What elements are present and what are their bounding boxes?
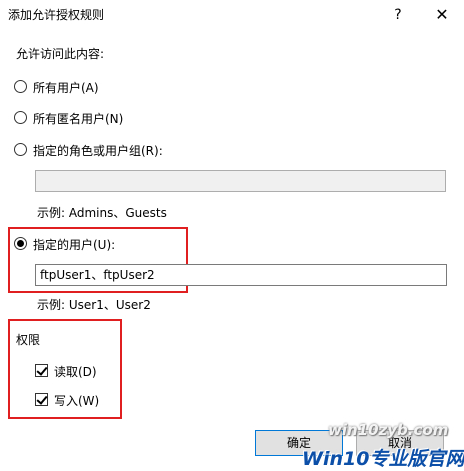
users-example: 示例: User1、User2 xyxy=(37,298,151,312)
access-heading: 允许访问此内容: xyxy=(16,47,105,61)
check-mark-icon xyxy=(36,393,48,405)
write-checkbox-label[interactable]: 写入(W) xyxy=(54,392,99,409)
radio-roles-groups[interactable] xyxy=(14,143,27,156)
radio-all-users[interactable] xyxy=(14,80,27,93)
watermark-brand: Win10专业版官网 xyxy=(302,448,464,470)
radio-all-users-label[interactable]: 所有用户(A) xyxy=(33,79,99,96)
radio-specified-users[interactable] xyxy=(14,237,27,250)
read-checkbox-label[interactable]: 读取(D) xyxy=(54,363,97,380)
radio-roles-groups-label[interactable]: 指定的角色或用户组(R): xyxy=(33,142,163,159)
radio-selected-dot xyxy=(17,240,24,247)
roles-example: 示例: Admins、Guests xyxy=(37,206,167,220)
radio-anonymous-users-label[interactable]: 所有匿名用户(N) xyxy=(33,110,123,127)
permissions-heading: 权限 xyxy=(16,333,41,347)
watermark-site: win10zyb.com xyxy=(328,421,449,439)
radio-anonymous-users[interactable] xyxy=(14,111,27,124)
window-title: 添加允许授权规则 xyxy=(8,8,105,22)
help-button[interactable]: ? xyxy=(376,0,420,30)
users-input[interactable]: ftpUser1、ftpUser2 xyxy=(35,264,447,286)
radio-specified-users-label[interactable]: 指定的用户(U): xyxy=(33,236,115,253)
roles-input[interactable] xyxy=(35,170,446,192)
write-checkbox[interactable] xyxy=(35,393,48,406)
read-checkbox[interactable] xyxy=(35,364,48,377)
check-mark-icon xyxy=(36,364,48,376)
close-button[interactable]: ✕ xyxy=(420,0,464,30)
